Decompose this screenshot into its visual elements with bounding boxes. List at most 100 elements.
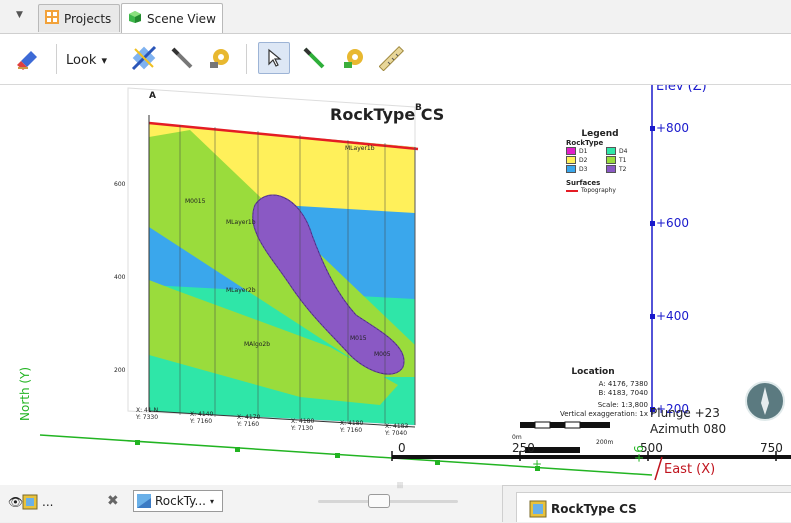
unit-label: MLayer1b <box>345 145 375 152</box>
unit-label: MAlgo2b <box>244 341 271 348</box>
legend-item: D2 <box>566 156 606 164</box>
location-block: Location A: 4176, 7380 B: 4183, 7040 Sca… <box>508 368 648 419</box>
section-layer-icon <box>137 494 151 508</box>
legend: Legend RockType D1 D4 D2 T1 D3 T2 Surfaces To… <box>560 129 640 194</box>
ruler-icon <box>379 45 405 71</box>
legend-item: D1 <box>566 147 606 155</box>
slice-button[interactable] <box>128 42 160 74</box>
tab-scene-view-label: Scene View <box>147 11 216 26</box>
draw-line-button[interactable] <box>166 42 198 74</box>
gear-tool-button[interactable] <box>204 42 236 74</box>
legend-label: T1 <box>619 156 627 164</box>
layer-select-value: RockTy... <box>155 494 206 508</box>
scale-bar-start: 0m <box>512 434 522 441</box>
y-tick-200: 200 <box>114 367 126 374</box>
select-button[interactable] <box>258 42 290 74</box>
unit-label: M015 <box>350 335 367 342</box>
section-object-icon <box>22 494 38 513</box>
object-name-truncated: ... <box>42 495 54 509</box>
legend-label: T2 <box>619 165 627 173</box>
tab-strip: ▼ Projects Scene View <box>0 0 791 34</box>
location-b: B: 4183, 7040 <box>598 389 648 397</box>
legend-swatch <box>566 147 576 155</box>
coord-tick: X: 4183 Y: 7040 <box>385 423 409 437</box>
north-axis-label: North (Y) <box>18 366 32 421</box>
east-tick-0: 0 <box>398 441 406 455</box>
look-label: Look <box>66 52 97 68</box>
eraser-icon <box>17 51 37 70</box>
scene-list-panel: 👁 ... ✖ RockTy... ▾ ||| <box>0 482 503 522</box>
properties-title: RockType CS <box>551 502 637 516</box>
legend-item: D4 <box>606 147 646 155</box>
location-a: A: 4176, 7380 <box>598 380 648 388</box>
scene-cube-icon <box>128 10 142 27</box>
elev-tick-800: +800 <box>656 121 689 135</box>
elev-axis-label: Elev (Z) <box>656 85 707 94</box>
east-tick-250: 250 <box>512 441 535 455</box>
north-tick: + <box>532 457 543 471</box>
scene-viewport[interactable]: A B RockType CS 600 400 200 MLayer1b M00… <box>0 85 791 485</box>
legend-swatch <box>566 165 576 173</box>
close-icon[interactable]: ✖ <box>107 493 119 509</box>
unit-label: MLayer2b <box>226 287 256 294</box>
coord-tick: X: 41 N Y: 7330 <box>136 407 159 421</box>
legend-surface-swatch <box>566 189 578 192</box>
location-exaggeration: Vertical exaggeration: 1x <box>560 410 648 418</box>
select-arrow-icon <box>268 48 282 67</box>
coord-tick: X: 4170 Y: 7160 <box>237 414 261 428</box>
eraser-button[interactable] <box>12 42 44 74</box>
legend-label: D3 <box>579 165 588 173</box>
plunge-readout: Plunge +23 <box>650 406 720 420</box>
ruler-button[interactable] <box>376 42 408 74</box>
unit-label: M0015 <box>185 198 206 205</box>
toolbar-separator <box>246 44 247 74</box>
east-tick-750: 750 <box>760 441 783 455</box>
location-scale: Scale: 1:3,800 <box>597 401 648 409</box>
eye-icon[interactable]: 👁 <box>8 495 23 509</box>
legend-subtitle: RockType <box>566 139 604 147</box>
unit-label: MLayer1b <box>226 219 256 226</box>
tab-projects[interactable]: Projects <box>38 4 120 32</box>
look-menu-button[interactable]: Look ▾ <box>66 50 107 70</box>
azimuth-readout: Azimuth 080 <box>650 422 727 436</box>
corner-a-label: A <box>149 91 156 101</box>
legend-label: D4 <box>619 147 628 155</box>
opacity-slider-thumb[interactable] <box>368 494 390 508</box>
gear-tool-icon <box>210 49 229 68</box>
settings-green-icon <box>344 49 363 68</box>
scale-bar-end: 200m <box>596 439 614 446</box>
coord-tick: X: 4140 Y: 7160 <box>190 411 214 425</box>
legend-swatch <box>606 165 616 173</box>
tab-projects-label: Projects <box>64 11 112 26</box>
chevron-down-icon: ▾ <box>209 496 214 506</box>
tab-scene-view[interactable]: Scene View <box>121 3 223 33</box>
chevron-down-icon: ▾ <box>101 53 107 67</box>
legend-label: D1 <box>579 147 588 155</box>
y-tick-400: 400 <box>114 274 126 281</box>
coord-tick: X: 4180 Y: 7160 <box>340 420 364 434</box>
legend-items: D1 D4 D2 T1 D3 T2 <box>566 147 640 173</box>
section-object-icon <box>529 500 547 521</box>
legend-item: T2 <box>606 165 646 173</box>
legend-surfaces-title: Surfaces <box>566 179 601 187</box>
projects-grid-icon <box>45 10 59 27</box>
legend-swatch <box>566 156 576 164</box>
legend-swatch <box>606 147 616 155</box>
legend-item: D3 <box>566 165 606 173</box>
legend-surface: Topography <box>566 187 640 194</box>
draw-green-button[interactable] <box>298 42 330 74</box>
unit-label: M005 <box>374 351 391 358</box>
draw-line-icon <box>171 47 193 69</box>
north-tick: +6 <box>631 445 646 463</box>
layer-select[interactable]: RockTy... ▾ <box>133 490 223 512</box>
toolbar: Look ▾ <box>0 34 791 85</box>
tab-list-dropdown[interactable]: ▼ <box>16 10 23 20</box>
splitter-grip[interactable]: ||| <box>397 482 403 489</box>
east-axis-label: East (X) <box>664 462 716 477</box>
legend-label: D2 <box>579 156 588 164</box>
toolbar-separator <box>56 44 57 74</box>
legend-title: Legend <box>581 129 619 139</box>
legend-swatch <box>606 156 616 164</box>
settings-green-button[interactable] <box>338 42 370 74</box>
section-title: RockType CS <box>330 105 445 124</box>
